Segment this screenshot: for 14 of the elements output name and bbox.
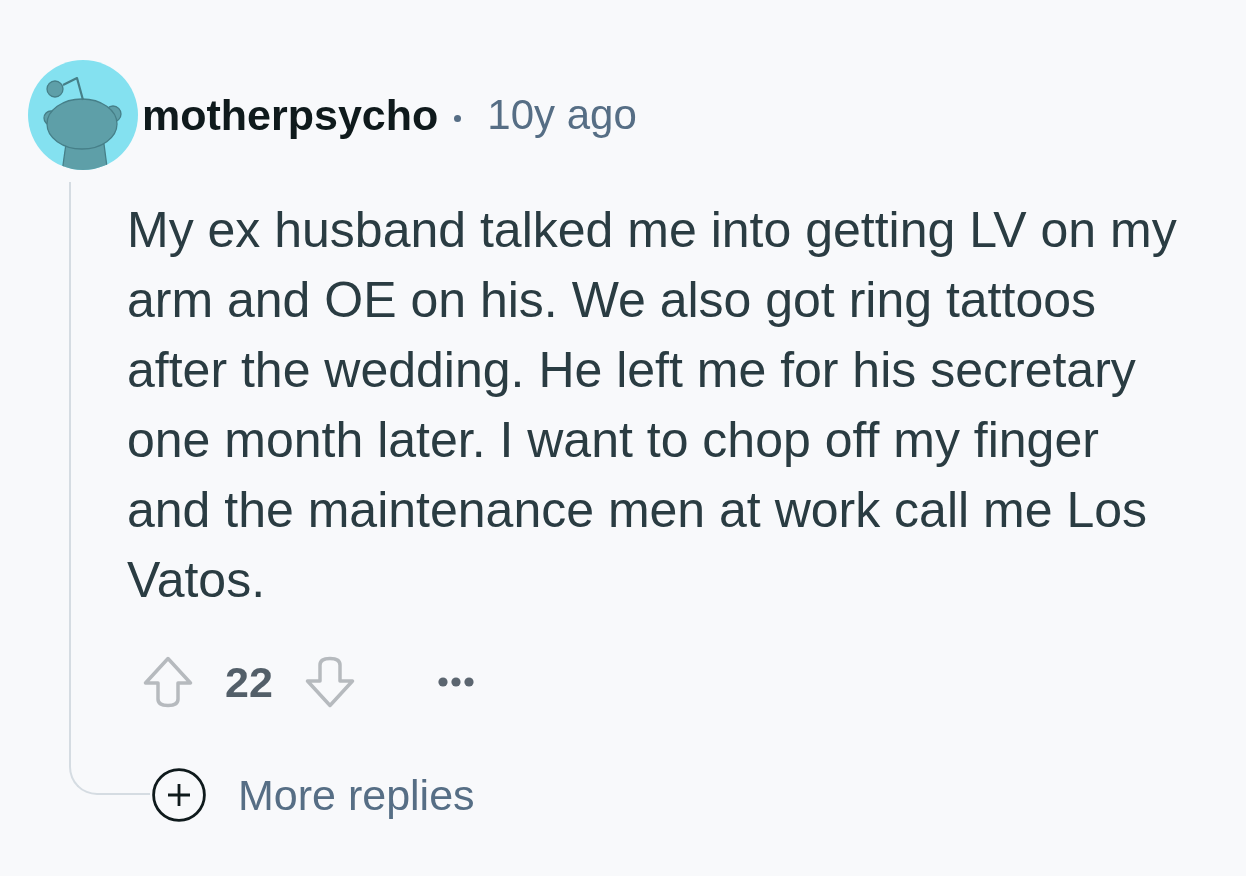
upvote-button[interactable]	[143, 656, 193, 708]
ellipsis-icon	[437, 677, 474, 687]
separator-dot-icon	[454, 114, 462, 122]
down-arrow-icon	[304, 656, 355, 708]
up-arrow-icon	[143, 656, 193, 708]
plus-circle-icon	[152, 768, 206, 822]
more-options-button[interactable]	[437, 677, 474, 687]
username-link[interactable]: motherpsycho	[142, 90, 439, 140]
timestamp: 10y ago	[487, 91, 637, 139]
comment-text: My ex husband talked me into getting LV on my arm and OE on his. We also got ring tattoos after the wedding. He left me for his secretary one month later. I want to chop off my finger and the maintenance men at work call me Los Vatos.	[127, 201, 1178, 610]
vote-count: 22	[225, 657, 273, 707]
more-replies-button[interactable]: More replies	[152, 768, 475, 822]
downvote-button[interactable]	[304, 656, 355, 708]
avatar-icon	[28, 60, 138, 170]
